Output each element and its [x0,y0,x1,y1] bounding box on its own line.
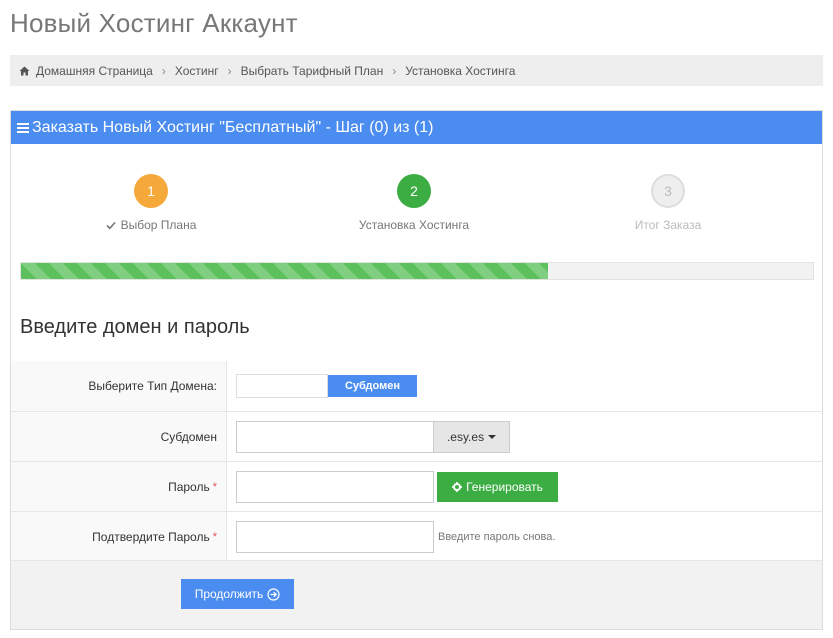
step-2-label-text: Установка Хостинга [358,218,470,232]
password-label-text: Пароль [168,479,210,494]
required-mark: * [212,480,217,493]
panel-heading: Заказать Новый Хостинг "Бесплатный" - Ша… [11,111,822,144]
step-3: 3 Итог Заказа [568,174,768,232]
breadcrumb-current-label: Установка Хостинга [405,63,516,78]
step-3-circle: 3 [651,174,685,208]
subdomain-input[interactable] [236,420,434,453]
generate-password-label: Генерировать [466,479,543,494]
form-row-subdomain: Субдомен .esy.es [11,411,822,461]
form-row-confirm-password: Подтвердите Пароль * Введите пароль снов… [11,511,822,561]
step-1-circle: 1 [134,174,168,208]
domain-type-label: Выберите Тип Домена: [11,361,227,411]
continue-button[interactable]: Продолжить [181,579,294,609]
required-mark: * [212,530,217,543]
form-row-domain-type: Выберите Тип Домена: Субдомен [11,361,822,411]
password-input[interactable] [236,470,434,503]
breadcrumb-link-hosting[interactable]: Хостинг [175,64,219,78]
breadcrumb: Домашняя Страница › Хостинг › Выбрать Та… [10,55,823,86]
domain-suffix-value: .esy.es [446,429,485,444]
caret-down-icon [488,434,497,439]
subdomain-field: .esy.es [227,412,822,461]
continue-button-label: Продолжить [194,587,264,601]
progress-bar [20,262,814,280]
password-field: Генерировать [227,462,822,511]
breadcrumb-link-home[interactable]: Домашняя Страница [36,64,153,78]
step-3-label-text: Итог Заказа [634,218,702,232]
breadcrumb-link-choose-plan[interactable]: Выбрать Тарифный План [241,64,384,78]
breadcrumb-item-current: Установка Хостинга [405,64,515,78]
step-1: 1 Выбор Плана [51,174,251,232]
home-icon [19,66,30,75]
step-3-label: Итог Заказа [568,218,768,232]
step-1-label-text: Выбор Плана [120,218,197,232]
step-2-circle: 2 [397,174,431,208]
page-title: Новый Хостинг Аккаунт [10,8,298,38]
domain-form: Выберите Тип Домена: Субдомен Субдомен .… [11,361,822,561]
arrow-circle-right-icon [267,587,280,601]
breadcrumb-separator: › [392,63,397,78]
panel-heading-text: Заказать Новый Хостинг "Бесплатный" - Ша… [32,118,434,136]
domain-suffix-dropdown[interactable]: .esy.es [434,420,510,453]
generate-password-button[interactable]: Генерировать [437,471,558,502]
form-row-password: Пароль * Генерировать [11,461,822,511]
confirm-password-label-text: Подтвердите Пароль [92,529,210,544]
breadcrumb-separator: › [161,63,166,78]
domain-type-field: Субдомен [227,361,822,411]
breadcrumb-item-hosting[interactable]: Хостинг [175,64,219,78]
step-2-label: Установка Хостинга [314,218,514,232]
domain-type-input[interactable] [236,374,328,398]
order-panel: Заказать Новый Хостинг "Бесплатный" - Ша… [10,110,823,630]
wizard-steps: 1 Выбор Плана 2 Установка Хостинга 3 Ито… [11,174,824,234]
step-1-label: Выбор Плана [51,218,251,232]
menu-icon [17,122,29,133]
breadcrumb-item-home[interactable]: Домашняя Страница [19,64,153,78]
progress-bar-fill [21,263,548,279]
form-footer: Продолжить [11,560,822,629]
gear-icon [452,481,463,492]
confirm-password-field: Введите пароль снова. [227,512,822,561]
subdomain-toggle-button[interactable]: Субдомен [328,375,417,397]
confirm-password-help: Введите пароль снова. [438,530,556,543]
section-title: Введите домен и пароль [20,316,250,338]
step-2: 2 Установка Хостинга [314,174,514,232]
subdomain-label: Субдомен [11,412,227,461]
breadcrumb-item-choose-plan[interactable]: Выбрать Тарифный План [241,64,384,78]
confirm-password-label: Подтвердите Пароль * [11,512,227,561]
confirm-password-input[interactable] [236,520,434,553]
check-icon [106,221,116,229]
password-label: Пароль * [11,462,227,511]
breadcrumb-separator: › [227,63,232,78]
